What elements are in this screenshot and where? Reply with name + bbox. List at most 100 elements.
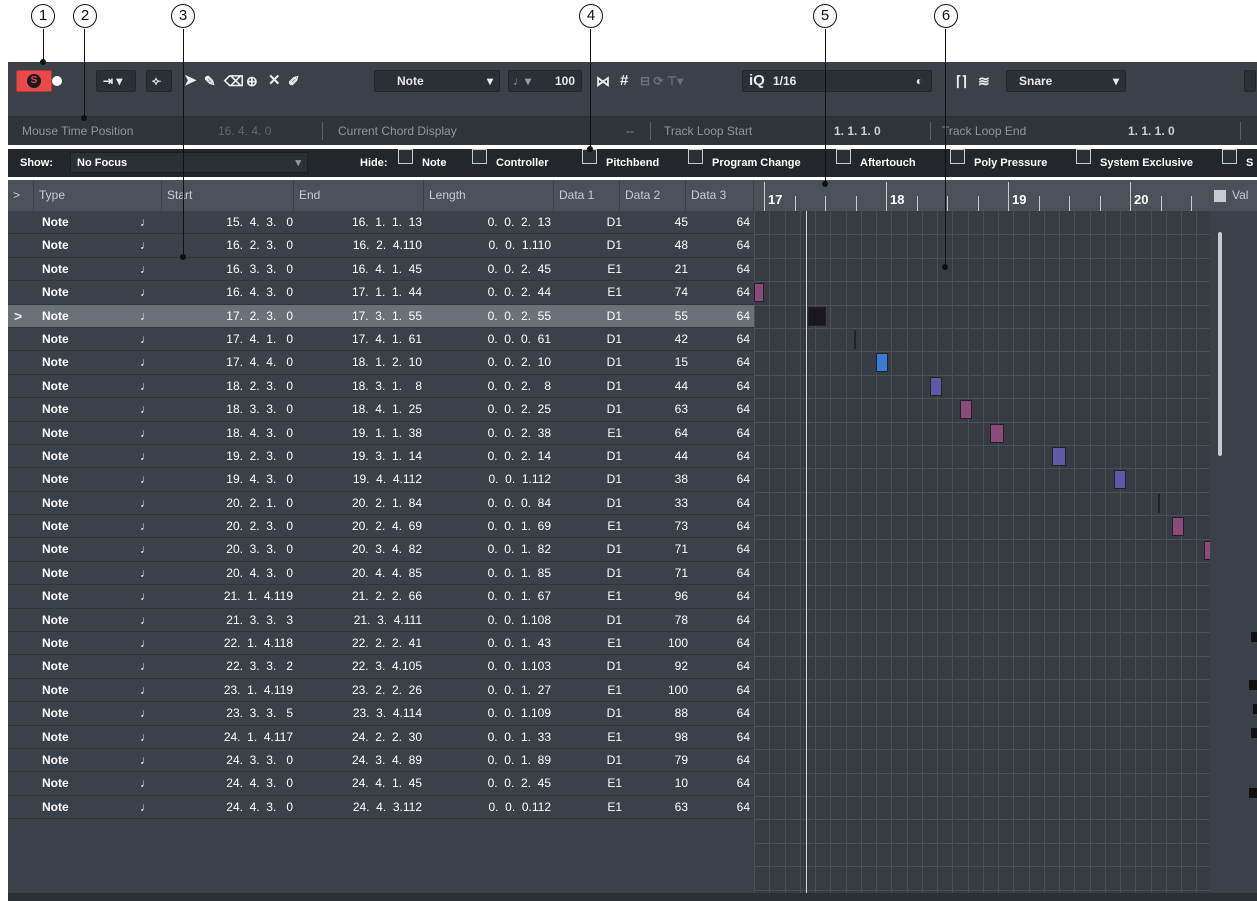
start-cell[interactable]: 21. 3. 3. 3 (163, 609, 293, 632)
data1-cell[interactable]: D1 (556, 328, 622, 351)
end-cell[interactable]: 16. 4. 1. 45 (298, 258, 422, 281)
length-cell[interactable]: 0. 0. 1.112 (428, 468, 552, 491)
length-cell[interactable]: 0. 0. 2. 10 (428, 351, 551, 374)
data1-cell[interactable]: D1 (556, 305, 622, 328)
vertical-scrollbar[interactable] (1218, 232, 1222, 456)
insert-type-select[interactable]: Note ▾ (374, 70, 500, 92)
data1-cell[interactable]: D1 (556, 749, 622, 772)
event-list[interactable]: Note 15. 4. 3. 0 16. 1. 1. 13 0. 0. 2. 13 D1… (8, 211, 754, 897)
table-row[interactable]: Note 21. 1. 4.119 21. 2. 2. 66 0. 0. 1. 67 E… (8, 585, 754, 609)
data1-cell[interactable]: D1 (556, 398, 622, 421)
data1-cell[interactable]: D1 (556, 702, 622, 725)
expand-column-header[interactable]: > (8, 180, 34, 211)
length-cell[interactable]: 0. 0. 0. 84 (428, 492, 551, 515)
data2-cell[interactable]: 42 (620, 328, 688, 351)
data2-cell[interactable]: 100 (620, 632, 688, 655)
end-cell[interactable]: 20. 2. 4. 69 (298, 515, 422, 538)
table-row[interactable]: Note 19. 2. 3. 0 19. 3. 1. 14 0. 0. 2. 14 D1… (8, 445, 754, 469)
data3-cell[interactable]: 64 (688, 211, 750, 234)
value-bar[interactable] (1249, 680, 1257, 690)
solo-button[interactable]: S (16, 70, 52, 92)
data3-cell[interactable]: 64 (688, 749, 750, 772)
data3-cell[interactable]: 64 (688, 679, 750, 702)
data3-cell[interactable]: 64 (688, 632, 750, 655)
data2-cell[interactable]: 21 (620, 258, 688, 281)
length-cell[interactable]: 0. 0. 1.109 (428, 702, 551, 725)
filter-button[interactable]: ⟣ (146, 70, 172, 92)
end-cell[interactable]: 17. 4. 1. 61 (298, 328, 422, 351)
end-cell[interactable]: 24. 4. 1. 45 (298, 772, 422, 795)
chevron-down-icon[interactable] (1214, 190, 1226, 202)
table-row[interactable]: Note 20. 2. 1. 0 20. 2. 1. 84 0. 0. 0. 84 D1… (8, 492, 754, 516)
length-cell[interactable]: 0. 0. 1. 85 (428, 562, 551, 585)
data2-cell[interactable]: 44 (620, 375, 688, 398)
end-cell[interactable]: 24. 4. 3.112 (298, 796, 422, 819)
data1-cell[interactable]: D1 (556, 211, 622, 234)
data1-cell[interactable]: E1 (556, 422, 622, 445)
length-cell[interactable]: 0. 0. 1. 89 (428, 749, 551, 772)
start-column-header[interactable]: Start (162, 180, 294, 211)
note-event[interactable] (1052, 447, 1066, 466)
data1-cell[interactable]: D1 (556, 492, 622, 515)
data1-cell[interactable]: D1 (556, 562, 622, 585)
data2-cell[interactable]: 38 (620, 468, 688, 491)
end-cell[interactable]: 22. 2. 2. 41 (298, 632, 422, 655)
end-cell[interactable]: 20. 2. 1. 84 (298, 492, 422, 515)
type-cell[interactable]: Note (42, 702, 69, 725)
end-cell[interactable]: 24. 2. 2. 30 (298, 726, 422, 749)
system-exclusive-checkbox[interactable] (1076, 149, 1091, 164)
grid-icon[interactable]: # (620, 70, 628, 92)
type-cell[interactable]: Note (42, 585, 69, 608)
length-cell[interactable]: 0. 0. 1.110 (428, 234, 552, 257)
type-cell[interactable]: Note (42, 538, 69, 561)
table-row[interactable]: Note 22. 3. 3. 2 22. 3. 4.105 0. 0. 1.103 D1… (8, 655, 754, 679)
table-row[interactable]: Note 16. 2. 3. 0 16. 2. 4.110 0. 0. 1.110 D1… (8, 234, 754, 258)
data3-cell[interactable]: 64 (688, 538, 750, 561)
length-cell[interactable]: 0. 0. 2. 14 (428, 445, 551, 468)
record-icon[interactable] (52, 76, 62, 86)
type-cell[interactable]: Note (42, 211, 69, 234)
start-cell[interactable]: 23. 3. 3. 5 (163, 702, 293, 725)
value-bar[interactable] (1251, 632, 1257, 642)
end-cell[interactable]: 21. 2. 2. 66 (298, 585, 422, 608)
pointer-icon[interactable]: ➤ (184, 70, 197, 92)
horizontal-scrollbar[interactable] (8, 893, 1257, 901)
data2-cell[interactable]: 63 (620, 398, 688, 421)
length-cell[interactable]: 0. 0. 1. 69 (428, 515, 551, 538)
length-cell[interactable]: 0. 0. 0.112 (428, 796, 552, 819)
data1-cell[interactable]: D1 (556, 538, 622, 561)
end-cell[interactable]: 17. 1. 1. 44 (298, 281, 422, 304)
table-row[interactable]: Note 18. 4. 3. 0 19. 1. 1. 38 0. 0. 2. 38 E1… (8, 422, 754, 445)
table-row[interactable]: Note 24. 3. 3. 0 24. 3. 4. 89 0. 0. 1. 89 D1… (8, 749, 754, 773)
data3-cell[interactable]: 64 (688, 398, 750, 421)
start-cell[interactable]: 22. 1. 4.118 (163, 632, 293, 655)
data2-cell[interactable]: 44 (620, 445, 688, 468)
length-cell[interactable]: 0. 0. 2. 8 (428, 375, 551, 398)
start-cell[interactable]: 24. 3. 3. 0 (163, 749, 293, 772)
start-cell[interactable]: 22. 3. 3. 2 (163, 655, 293, 678)
eraser-icon[interactable]: ⌫ (224, 70, 244, 92)
data1-cell[interactable]: D1 (556, 375, 622, 398)
snap-icon[interactable]: ⋈ (596, 70, 610, 92)
data1-cell[interactable]: E1 (556, 515, 622, 538)
table-row[interactable]: Note 23. 1. 4.119 23. 2. 2. 26 0. 0. 1. 27 E… (8, 679, 754, 703)
controller-checkbox[interactable] (472, 149, 487, 164)
length-cell[interactable]: 0. 0. 2. 45 (428, 772, 551, 795)
data3-cell[interactable]: 64 (688, 609, 750, 632)
end-cell[interactable]: 18. 1. 2. 10 (298, 351, 422, 374)
data3-cell[interactable]: 64 (688, 281, 750, 304)
poly-pressure-checkbox[interactable] (950, 149, 965, 164)
color-picker-icon[interactable]: ✐ (288, 70, 300, 92)
data2-cell[interactable]: 79 (620, 749, 688, 772)
data2-cell[interactable]: 33 (620, 492, 688, 515)
length-cell[interactable]: 0. 0. 1. 82 (428, 538, 551, 561)
note-event[interactable] (754, 283, 764, 303)
end-cell[interactable]: 20. 4. 4. 85 (298, 562, 422, 585)
end-cell[interactable]: 18. 3. 1. 8 (298, 375, 422, 398)
data3-cell[interactable]: 64 (688, 562, 750, 585)
data3-cell[interactable]: 64 (688, 515, 750, 538)
data3-cell[interactable]: 64 (688, 772, 750, 795)
type-cell[interactable]: Note (42, 796, 69, 819)
data2-cell[interactable]: 100 (620, 679, 688, 702)
mute-x-icon[interactable]: ✕ (268, 70, 281, 92)
